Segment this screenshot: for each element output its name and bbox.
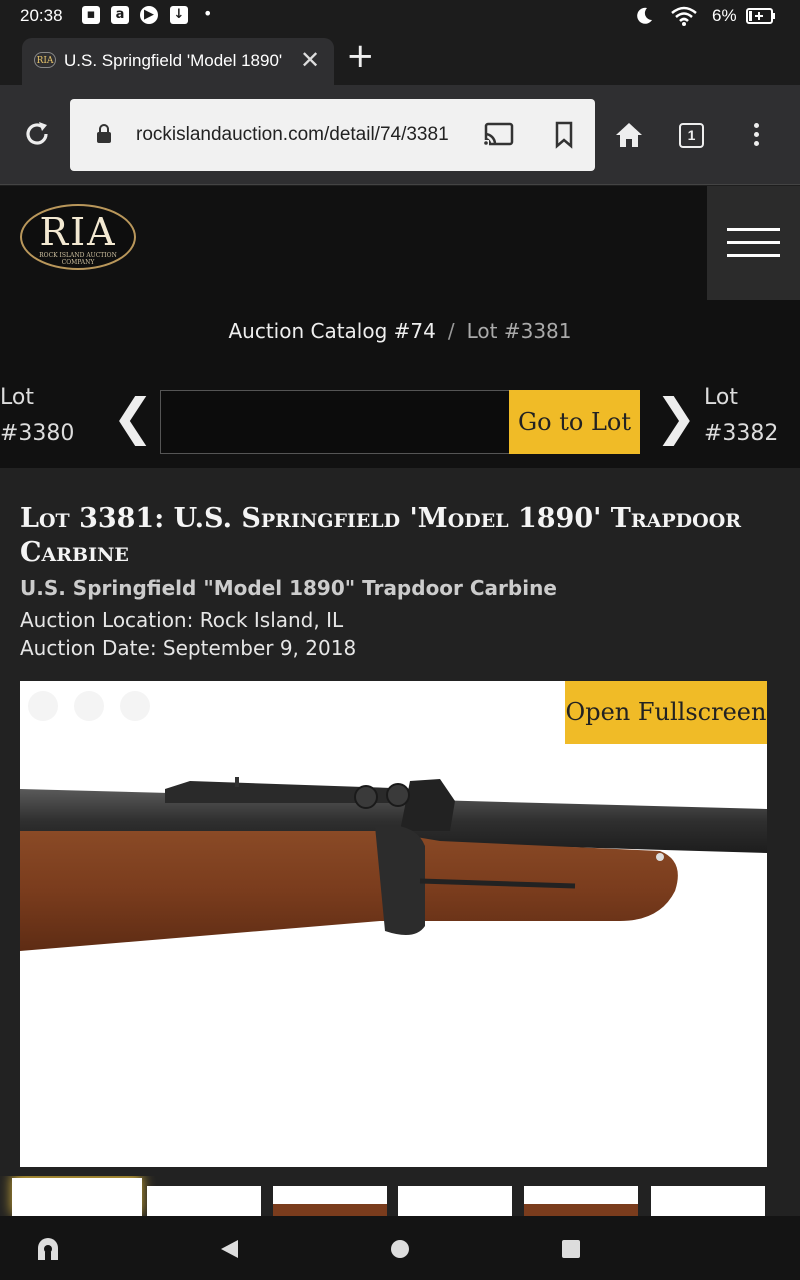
lot-subtitle: U.S. Springfield "Model 1890" Trapdoor C…: [20, 576, 557, 600]
lot-title: Lot 3381: U.S. Springfield 'Model 1890' …: [20, 503, 742, 568]
moon-icon: [637, 7, 652, 24]
next-lot-link[interactable]: Lot #3382: [704, 380, 778, 452]
site-logo[interactable]: RIA ROCK ISLAND AUCTION COMPANY: [20, 204, 136, 270]
breadcrumb-current-lot: Lot #3381: [466, 319, 572, 343]
thumbnail-strip: [0, 1176, 800, 1216]
chevron-right-icon[interactable]: ❯: [655, 392, 697, 442]
carbine-image: [20, 777, 767, 951]
battery-percent: 6%: [712, 6, 737, 25]
back-icon[interactable]: [218, 1238, 240, 1260]
tab-switcher-button[interactable]: 1: [679, 123, 704, 148]
image-viewer[interactable]: Open Fullscreen: [20, 681, 767, 1167]
menu-line: [727, 241, 780, 244]
thumbnail[interactable]: [651, 1186, 765, 1216]
recents-icon[interactable]: [560, 1238, 582, 1260]
auction-date: Auction Date: September 9, 2018: [20, 636, 357, 660]
favicon: RIA: [34, 52, 56, 68]
logo-text: RIA: [39, 210, 117, 254]
hamburger-menu-button[interactable]: [707, 186, 800, 300]
thumbnail[interactable]: [524, 1186, 638, 1216]
amazon-icon: a: [111, 6, 129, 24]
status-bar: 20:38 ▪ a ▶ ↓ • 6%: [0, 0, 800, 32]
breadcrumb-separator: /: [447, 319, 455, 343]
auction-location: Auction Location: Rock Island, IL: [20, 608, 344, 632]
accessibility-icon[interactable]: [34, 1234, 62, 1262]
logo-subtext-2: COMPANY: [61, 259, 95, 266]
menu-line: [727, 228, 780, 231]
lock-icon: [97, 124, 111, 143]
go-to-lot-button[interactable]: Go to Lot: [509, 390, 640, 454]
home-icon[interactable]: [614, 121, 644, 149]
image-icon: ▪: [82, 6, 100, 24]
breadcrumb: Auction Catalog #74 / Lot #3381: [0, 300, 800, 362]
thumbnail-selected[interactable]: [12, 1178, 142, 1216]
thumbnail[interactable]: [398, 1186, 512, 1216]
browser-tab[interactable]: RIA U.S. Springfield 'Model 1890' ✕: [22, 38, 334, 85]
open-fullscreen-button[interactable]: Open Fullscreen: [565, 681, 767, 744]
system-navigation-bar: [0, 1216, 800, 1280]
next-lot-number: #3382: [704, 421, 779, 446]
wifi-icon: [671, 6, 697, 26]
status-time: 20:38: [20, 6, 63, 25]
close-tab-icon[interactable]: ✕: [300, 46, 320, 74]
previous-lot-link[interactable]: Lot #3380: [0, 380, 74, 452]
breadcrumb-catalog-link[interactable]: Auction Catalog #74: [228, 319, 435, 343]
reload-icon[interactable]: [22, 119, 52, 149]
lot-detail: Lot 3381: U.S. Springfield 'Model 1890' …: [0, 468, 800, 1216]
previous-lot-label: Lot: [0, 385, 34, 410]
dot-icon: •: [203, 4, 213, 23]
home-nav-icon[interactable]: [389, 1238, 411, 1260]
thumbnail[interactable]: [273, 1186, 387, 1216]
new-tab-icon[interactable]: +: [346, 38, 375, 74]
play-icon: ▶: [140, 6, 158, 24]
chevron-left-icon[interactable]: ❮: [112, 392, 154, 442]
previous-lot-number: #3380: [0, 421, 75, 446]
bookmark-icon[interactable]: [554, 121, 574, 149]
more-options-icon[interactable]: [752, 123, 760, 146]
cast-icon[interactable]: [483, 121, 515, 149]
menu-line: [727, 254, 780, 257]
browser-toolbar: rockislandauction.com/detail/74/3381 1: [0, 85, 800, 185]
next-lot-label: Lot: [704, 385, 738, 410]
battery-icon: [746, 8, 775, 24]
tab-title: U.S. Springfield 'Model 1890': [64, 51, 283, 70]
tab-strip: RIA U.S. Springfield 'Model 1890' ✕ +: [0, 32, 800, 85]
url-text[interactable]: rockislandauction.com/detail/74/3381: [136, 124, 470, 146]
thumbnail[interactable]: [147, 1186, 261, 1216]
download-icon: ↓: [170, 6, 188, 24]
lot-navigation: Lot #3380 ❮ Go to Lot ❯ Lot #3382: [0, 362, 800, 468]
lot-number-input[interactable]: [160, 390, 510, 454]
logo-subtext: ROCK ISLAND AUCTION: [39, 252, 117, 259]
address-bar[interactable]: rockislandauction.com/detail/74/3381: [70, 99, 595, 171]
site-header: RIA ROCK ISLAND AUCTION COMPANY: [0, 186, 800, 300]
